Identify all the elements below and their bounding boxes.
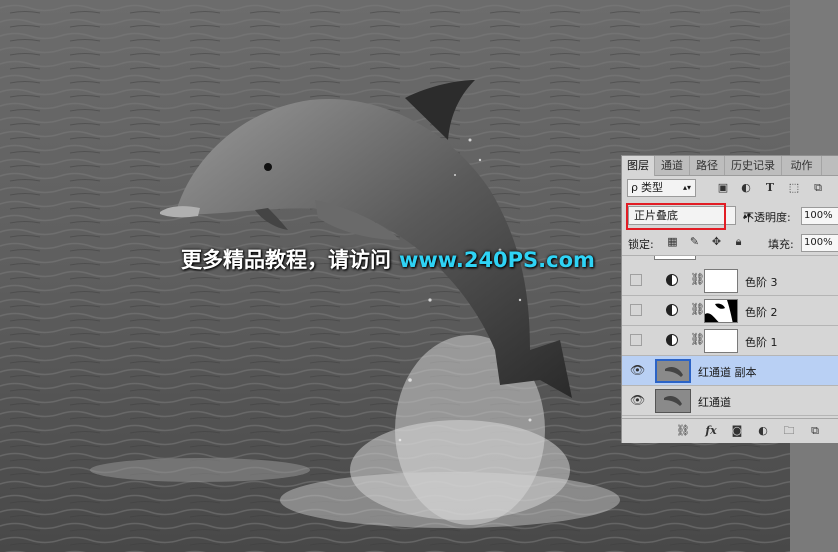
blend-mode-value: 正片叠底 (634, 209, 678, 222)
chain-link-icon[interactable]: ⛓ (690, 332, 705, 346)
fill-input[interactable]: 100% (801, 234, 838, 252)
updown-arrow-icon: ▴▾ (682, 183, 691, 192)
mask-shape (705, 300, 737, 322)
fill-label: 填充: (768, 238, 794, 251)
layer-levels-2[interactable]: ⛓ 色阶 2 (622, 296, 838, 326)
filter-type-select[interactable]: ρ 类型 ▴▾ (627, 179, 696, 197)
blend-mode-select[interactable]: 正片叠底 ▴▾ (628, 206, 751, 225)
layer-mask-thumb[interactable] (704, 269, 738, 293)
adjustment-layer-icon (666, 334, 678, 346)
smart-object-icon[interactable]: ⧉ (811, 181, 825, 195)
adjustment-layer-icon (666, 304, 678, 316)
mask-icon[interactable]: ◙ (730, 424, 744, 438)
layer-levels-1[interactable]: ⛓ 色阶 1 (622, 326, 838, 356)
layer-image-thumb[interactable] (655, 359, 691, 383)
watermark-label: 更多精品教程，请访问 (181, 248, 391, 272)
chain-link-icon[interactable]: ⛓ (690, 302, 705, 316)
layer-name: 色阶 3 (745, 276, 778, 289)
image-icon[interactable]: ▣ (716, 181, 730, 195)
lock-move-icon[interactable]: ✥ (710, 235, 723, 248)
fx-icon[interactable]: fx (704, 424, 718, 438)
layer-red-channel[interactable]: 👁︎ 红通道 (622, 386, 838, 416)
dolphin-thumb (656, 390, 690, 412)
layer-red-channel-copy[interactable]: 👁︎ 红通道 副本 (622, 356, 838, 386)
watermark-url: www.240PS.com (399, 248, 595, 272)
eye-icon[interactable]: 👁︎ (630, 364, 645, 376)
tab-history[interactable]: 历史记录 (725, 156, 782, 175)
blend-row: 正片叠底 ▴▾ 不透明度: 100% (622, 202, 838, 230)
tab-layers[interactable]: 图层 (622, 156, 655, 176)
adjustment-icon[interactable]: ◐ (756, 424, 770, 438)
layer-name: 红通道 副本 (698, 366, 757, 379)
tab-paths[interactable]: 路径 (690, 156, 725, 175)
tab-channels[interactable]: 通道 (655, 156, 690, 175)
layer-name: 红通道 (698, 396, 731, 409)
visibility-toggle[interactable] (630, 304, 642, 316)
opacity-input[interactable]: 100% (801, 207, 838, 225)
panel-tabs: 图层 通道 路径 历史记录 动作 (622, 156, 838, 176)
link-icon[interactable]: ⛓ (676, 424, 690, 438)
lock-label: 锁定: (628, 238, 654, 251)
lock-brush-icon[interactable]: ✎ (688, 235, 701, 248)
layers-panel: 图层 通道 路径 历史记录 动作 ρ 类型 ▴▾ ▣ ◐ T ⬚ ⧉ 正片叠底 ▴▾… (621, 155, 838, 443)
layer-name: 色阶 1 (745, 336, 778, 349)
lock-all-icon[interactable]: 🔒︎ (732, 235, 745, 248)
tab-actions[interactable]: 动作 (782, 156, 822, 175)
layer-mask-thumb[interactable] (704, 299, 738, 323)
layer-image-thumb[interactable] (655, 389, 691, 413)
visibility-toggle[interactable] (630, 274, 642, 286)
lock-row: 锁定: ▦ ✎ ✥ 🔒︎ 填充: 100% (622, 229, 838, 256)
filter-row: ρ 类型 ▴▾ ▣ ◐ T ⬚ ⧉ (622, 176, 838, 202)
dolphin-thumb (657, 361, 689, 381)
layer-mask-thumb[interactable] (704, 329, 738, 353)
watermark-text: 更多精品教程，请访问 www.240PS.com (181, 244, 595, 274)
type-T-icon[interactable]: T (763, 181, 777, 195)
search-icon: ρ (631, 181, 638, 194)
partial-layer-thumb (654, 256, 696, 260)
filter-type-label: 类型 (640, 181, 663, 194)
folder-icon[interactable]: 🗀 (782, 424, 796, 438)
new-layer-icon[interactable]: ⧉ (808, 424, 822, 438)
layer-name: 色阶 2 (745, 306, 778, 319)
layers-list[interactable]: ⛓ 色阶 3 ⛓ 色阶 2 ⛓ 色阶 1 👁︎ 红通道 副本 👁︎ 红通道 (622, 256, 838, 419)
lock-transparent-icon[interactable]: ▦ (666, 235, 679, 248)
adjustment-layer-icon (666, 274, 678, 286)
opacity-label: 不透明度: (743, 211, 791, 224)
eye-icon[interactable]: 👁︎ (630, 394, 645, 406)
layers-bottom-bar: ⛓ fx ◙ ◐ 🗀 ⧉ (622, 418, 838, 443)
transform-icon[interactable]: ⬚ (787, 181, 801, 195)
visibility-toggle[interactable] (630, 334, 642, 346)
adjust-circle-icon[interactable]: ◐ (739, 181, 753, 195)
chain-link-icon[interactable]: ⛓ (690, 272, 705, 286)
layer-levels-3[interactable]: ⛓ 色阶 3 (622, 266, 838, 296)
